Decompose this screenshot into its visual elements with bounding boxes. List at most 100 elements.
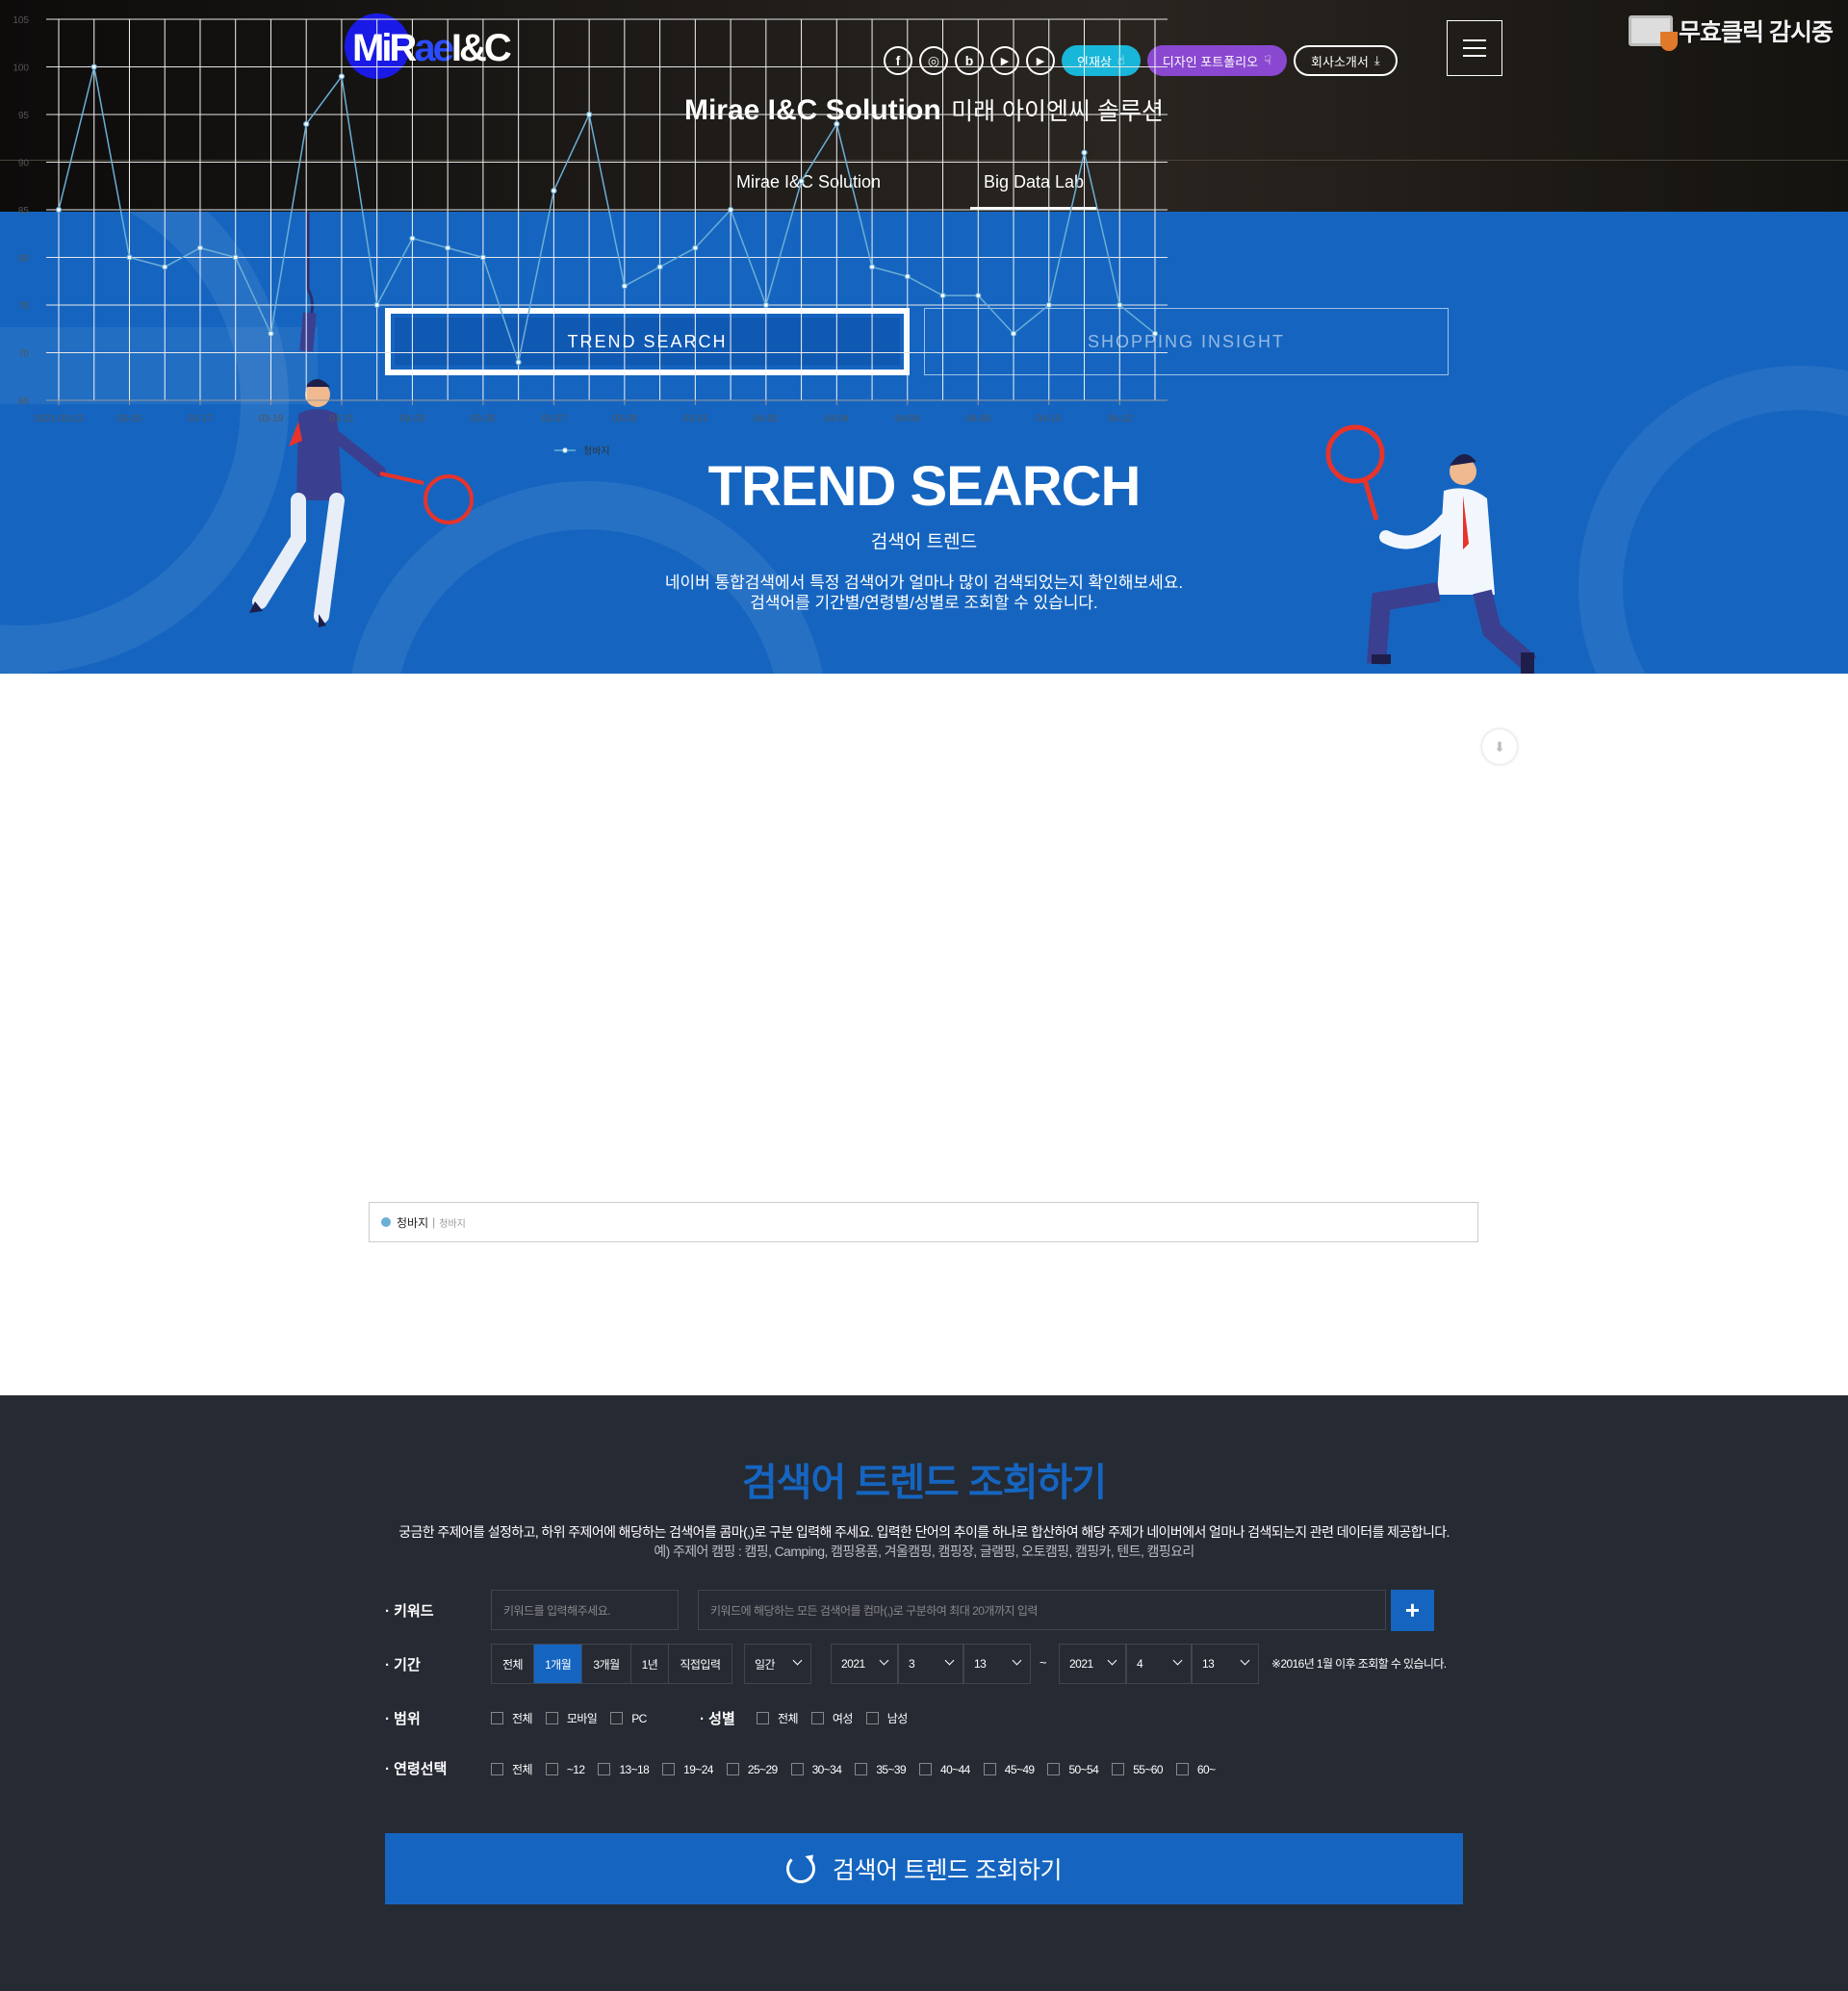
- data-point: [1081, 149, 1088, 156]
- period-option-all[interactable]: 전체: [492, 1645, 535, 1683]
- interval-select[interactable]: 일간: [744, 1644, 811, 1684]
- data-point: [268, 330, 274, 337]
- age-checkbox-11[interactable]: 60~: [1175, 1763, 1216, 1776]
- age-checkbox-9[interactable]: 50~54: [1047, 1762, 1099, 1776]
- y-tick-label: 75: [18, 301, 30, 312]
- data-point: [232, 254, 239, 261]
- hero-description: 네이버 통합검색에서 특정 검색어가 얼마나 많이 검색되었는지 확인해보세요.…: [0, 573, 1848, 613]
- period-option-3months[interactable]: 3개월: [582, 1645, 631, 1683]
- data-point: [692, 244, 699, 251]
- end-month-select[interactable]: 4: [1126, 1644, 1192, 1684]
- hamburger-menu-button[interactable]: [1447, 20, 1502, 76]
- company-intro-button[interactable]: 회사소개서 ⤓: [1294, 45, 1398, 76]
- age-checkbox-5[interactable]: 30~34: [790, 1763, 842, 1776]
- scope-checkbox-mobile[interactable]: 모바일: [545, 1710, 598, 1726]
- checkbox-box: [790, 1763, 804, 1775]
- company-intro-label: 회사소개서: [1311, 54, 1369, 69]
- chevron-down-icon: [792, 1655, 803, 1666]
- gender-checkbox-male[interactable]: 남성: [865, 1710, 908, 1726]
- period-option-1year[interactable]: 1년: [631, 1645, 670, 1683]
- subkeyword-input[interactable]: 키워드에 해당하는 모든 검색어를 컴마(,)로 구분하여 최대 20개까지 입…: [698, 1590, 1386, 1630]
- age-checkbox-0[interactable]: 전체: [491, 1761, 532, 1777]
- legend-subkeywords: 청바지: [439, 1218, 466, 1230]
- x-tick-label: 2021-03-13: [34, 414, 84, 424]
- hero-desc-line1: 네이버 통합검색에서 특정 검색어가 얼마나 많이 검색되었는지 확인해보세요.: [664, 574, 1184, 592]
- start-day-select[interactable]: 13: [963, 1644, 1031, 1684]
- age-options: 전체 ~12 13~18 19~24 25~29 30~34 35~39 40~44 45~49…: [491, 1761, 1228, 1777]
- add-keyword-button[interactable]: +: [1391, 1590, 1434, 1631]
- data-point: [1045, 301, 1052, 309]
- chevron-down-icon: [1240, 1655, 1250, 1666]
- data-point: [586, 111, 593, 118]
- gender-checkbox-female[interactable]: 여성: [810, 1710, 853, 1726]
- age-checkbox-7[interactable]: 40~44: [919, 1763, 970, 1776]
- period-option-1month[interactable]: 1개월: [534, 1645, 583, 1683]
- start-month-select[interactable]: 3: [898, 1644, 963, 1684]
- data-point: [479, 254, 487, 261]
- kneeling-man-illustration: [1325, 424, 1537, 674]
- y-tick-label: 90: [18, 159, 30, 169]
- chevron-down-icon: [1012, 1655, 1022, 1666]
- checkbox-box: [1175, 1763, 1189, 1775]
- y-tick-label: 65: [18, 396, 30, 407]
- checkbox-box: [491, 1712, 503, 1724]
- search-section-description: 궁금한 주제어를 설정하고, 하위 주제어에 해당하는 검색어를 콤마(,)로 …: [398, 1524, 1450, 1540]
- checkbox-box: [1047, 1763, 1061, 1775]
- checkbox-box: [726, 1763, 739, 1775]
- period-option-custom[interactable]: 직접입력: [669, 1645, 731, 1683]
- x-tick-label: 04-04: [825, 414, 850, 424]
- search-section-example: 예) 주제어 캠핑 : 캠핑, Camping, 캠핑용품, 겨울캠핑, 캠핑장…: [654, 1544, 1194, 1559]
- end-year-select[interactable]: 2021: [1059, 1644, 1126, 1684]
- checkbox-label: 25~29: [747, 1762, 778, 1776]
- checkbox-box: [855, 1763, 868, 1775]
- scope-checkbox-pc[interactable]: PC: [610, 1712, 647, 1725]
- checkbox-box: [491, 1763, 503, 1775]
- gender-checkbox-all[interactable]: 전체: [757, 1710, 798, 1726]
- age-checkbox-3[interactable]: 19~24: [662, 1763, 713, 1776]
- age-checkbox-8[interactable]: 45~49: [983, 1763, 1035, 1776]
- start-day-value: 13: [974, 1657, 987, 1671]
- search-trend-submit-button[interactable]: 검색어 트렌드 조회하기: [385, 1833, 1463, 1904]
- chart-download-button[interactable]: ⬇: [1482, 729, 1517, 764]
- chevron-down-icon: [879, 1655, 889, 1666]
- x-tick-label: 03-23: [400, 414, 425, 424]
- checkbox-box: [983, 1763, 996, 1775]
- end-day-select[interactable]: 13: [1192, 1644, 1259, 1684]
- legend-keyword: 청바지: [397, 1215, 429, 1230]
- legend-series-name: 청바지: [583, 446, 610, 457]
- age-checkbox-10[interactable]: 55~60: [1112, 1762, 1164, 1776]
- checkbox-box: [757, 1712, 769, 1724]
- age-checkbox-6[interactable]: 35~39: [855, 1763, 907, 1776]
- data-point: [338, 73, 346, 80]
- scope-checkbox-all[interactable]: 전체: [491, 1710, 532, 1726]
- keyword-input[interactable]: 키워드를 입력해주세요.: [491, 1590, 679, 1630]
- y-tick-label: 100: [13, 64, 29, 74]
- data-point: [303, 120, 310, 127]
- chevron-down-icon: [1172, 1655, 1183, 1666]
- x-tick-label: 04-08: [966, 414, 991, 424]
- data-point: [868, 264, 876, 270]
- age-checkbox-4[interactable]: 25~29: [726, 1762, 778, 1776]
- legend-separator: |: [432, 1215, 436, 1229]
- x-tick-label: 04-06: [895, 414, 920, 424]
- checkbox-box: [810, 1712, 824, 1724]
- data-point: [621, 283, 628, 290]
- checkbox-label: 전체: [512, 1712, 532, 1725]
- start-month-value: 3: [909, 1657, 915, 1671]
- start-year-value: 2021: [841, 1657, 865, 1671]
- age-checkbox-2[interactable]: 13~18: [598, 1763, 650, 1776]
- age-label: · 연령선택: [385, 1761, 448, 1777]
- checkbox-label: 55~60: [1133, 1762, 1163, 1776]
- end-month-value: 4: [1137, 1657, 1143, 1671]
- x-tick-label: 03-29: [612, 414, 637, 424]
- x-tick-label: 04-10: [1037, 414, 1062, 424]
- data-point: [196, 244, 204, 251]
- data-point: [551, 188, 557, 194]
- age-checkbox-1[interactable]: ~12: [545, 1763, 585, 1776]
- start-year-select[interactable]: 2021: [831, 1644, 898, 1684]
- hero-deco-ring: [1578, 366, 1848, 674]
- monitor-text: 무효클릭 감시중: [1679, 19, 1834, 46]
- y-tick-label: 105: [13, 15, 29, 26]
- keyword-legend-box: 청바지 | 청바지: [369, 1202, 1478, 1242]
- checkbox-label: 50~54: [1068, 1762, 1099, 1776]
